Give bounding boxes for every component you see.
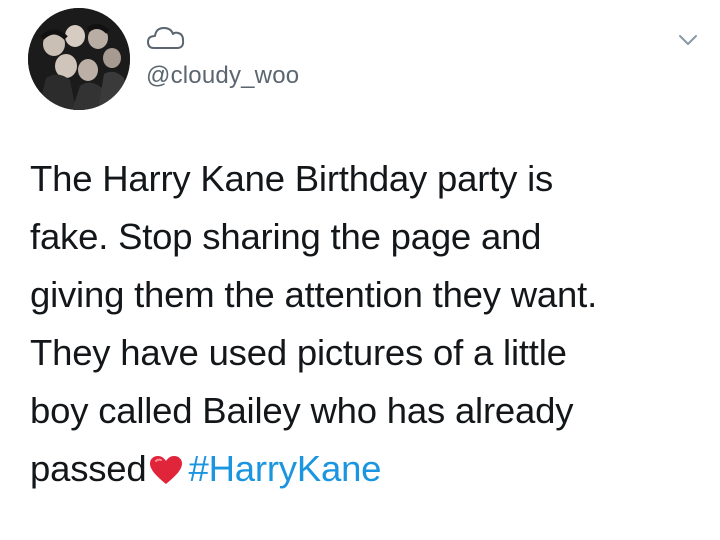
hashtag-link[interactable]: #HarryKane — [189, 448, 382, 489]
avatar-group-photo — [28, 8, 130, 110]
tweet-card: @cloudy_woo The Harry Kane Birthday part… — [0, 0, 720, 540]
tweet-text-line: boy called Bailey who has already — [30, 390, 574, 431]
tweet-text-last-line: passed #HarryKane — [30, 440, 690, 498]
tweet-text-line: fake. Stop sharing the page and — [30, 216, 542, 257]
tweet-text-line: They have used pictures of a little — [30, 332, 567, 373]
tweet-header: @cloudy_woo — [28, 8, 708, 118]
avatar[interactable] — [28, 8, 130, 110]
tweet-text: The Harry Kane Birthday party is fake. S… — [30, 150, 690, 498]
user-handle[interactable]: @cloudy_woo — [146, 62, 299, 90]
cloud-icon — [146, 22, 186, 52]
tweet-text-fragment: passed — [30, 448, 147, 489]
red-heart-icon — [149, 444, 183, 484]
tweet-text-line: The Harry Kane Birthday party is — [30, 158, 554, 199]
chevron-down-icon[interactable] — [676, 28, 700, 52]
tweet-text-line: giving them the attention they want. — [30, 274, 598, 315]
